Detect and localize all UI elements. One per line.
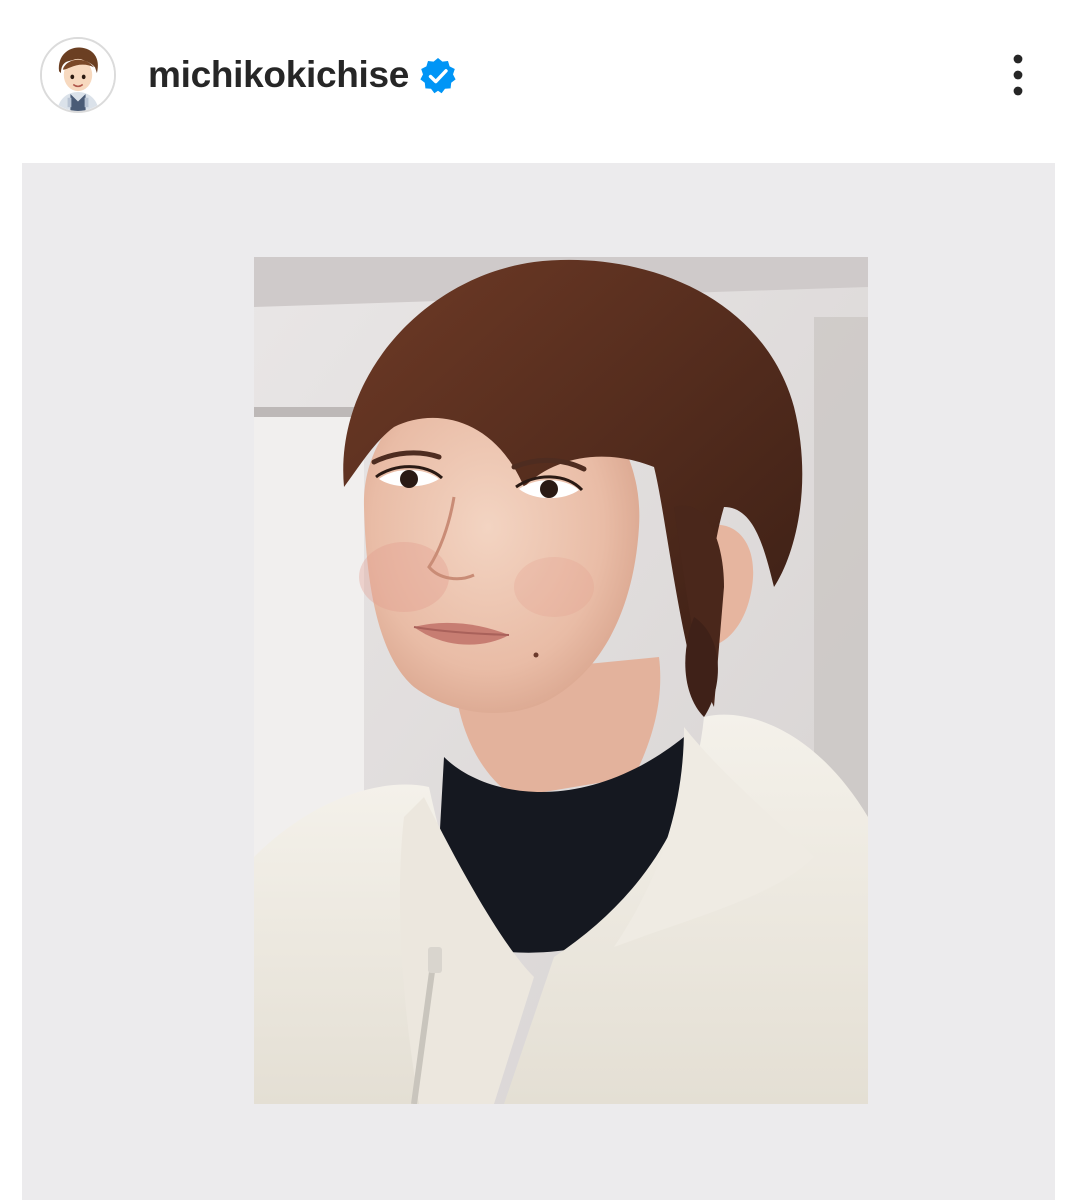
avatar-illustration bbox=[42, 39, 114, 111]
post-header: michikokichise bbox=[0, 0, 1077, 150]
username[interactable]: michikokichise bbox=[148, 52, 409, 98]
post-photo[interactable] bbox=[254, 257, 868, 1104]
selfie-photo-illustration bbox=[254, 257, 868, 1104]
more-options-icon bbox=[1013, 54, 1023, 96]
verified-badge-icon bbox=[420, 58, 456, 94]
profile-avatar[interactable] bbox=[40, 37, 116, 113]
more-options-button[interactable] bbox=[996, 50, 1040, 102]
